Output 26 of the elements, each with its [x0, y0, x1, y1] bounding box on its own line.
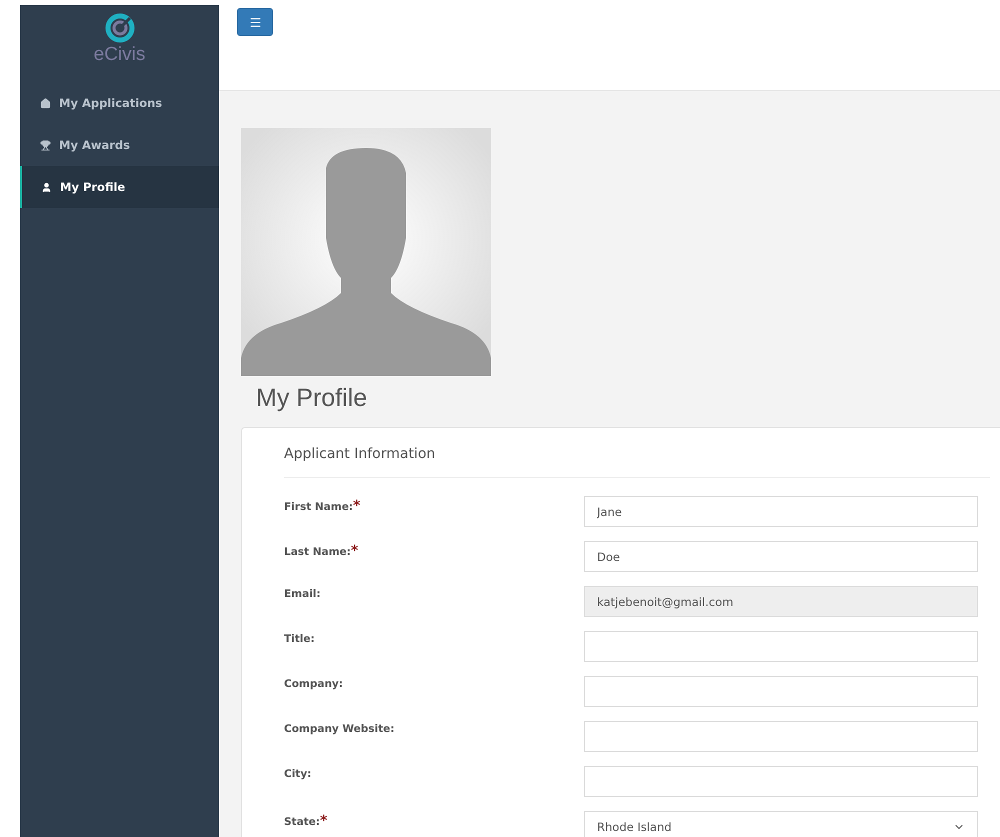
field-label: Company:: [284, 677, 344, 692]
home-icon: [40, 98, 51, 108]
input-field[interactable]: Doe: [584, 541, 978, 572]
input-field[interactable]: [584, 721, 978, 752]
menu-button[interactable]: [237, 8, 273, 36]
section-title: Applicant Information: [284, 428, 990, 478]
select-field[interactable]: Rhode Island: [584, 811, 978, 837]
field-label: Last Name:*: [284, 542, 360, 561]
field-label: State:*: [284, 812, 328, 831]
field-label: Title:: [284, 632, 316, 647]
logo-icon: [104, 13, 134, 43]
page-title: My Profile: [256, 384, 368, 413]
trophy-icon: [40, 140, 51, 150]
user-icon: [41, 182, 52, 192]
sidebar-item[interactable]: My Awards: [20, 124, 219, 166]
field-label: First Name:*: [284, 497, 362, 516]
input-field[interactable]: [584, 631, 978, 662]
field-label: Email:: [284, 587, 322, 602]
input-field[interactable]: [584, 766, 978, 797]
field-label: Company Website:: [284, 722, 396, 737]
input-field[interactable]: [584, 676, 978, 707]
brand-name: eCivis: [94, 45, 146, 64]
menu-icon: [248, 16, 262, 28]
field-label: City:: [284, 767, 312, 782]
sidebar-item[interactable]: My Profile: [20, 166, 219, 208]
sidebar-item[interactable]: My Applications: [20, 82, 219, 124]
